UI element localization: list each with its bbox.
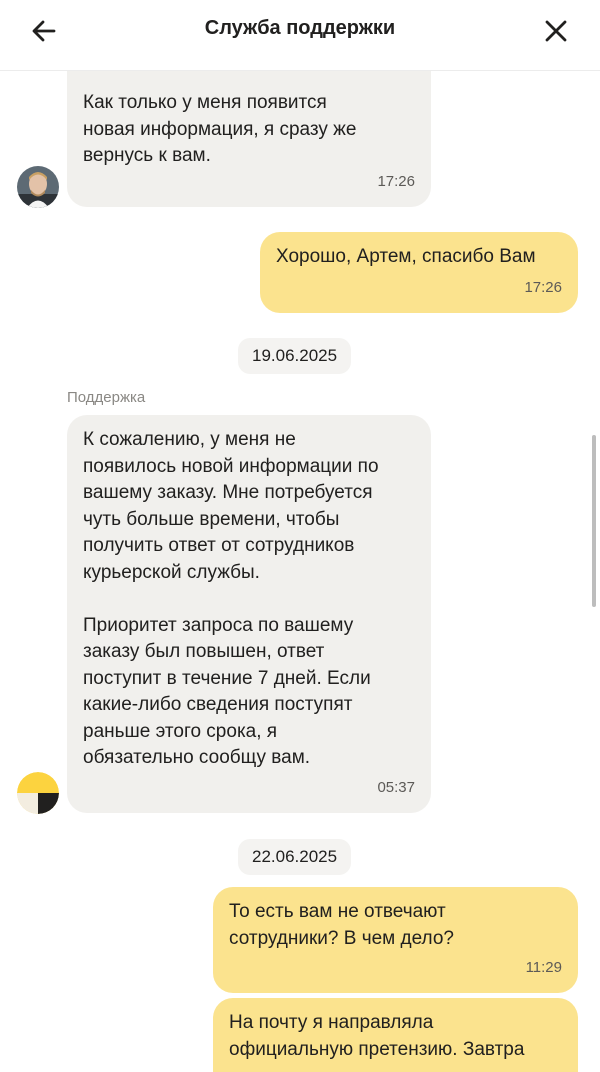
date-separator: 22.06.2025 bbox=[238, 839, 352, 875]
message-text: Хорошо, Артем, спасибо Вам bbox=[276, 246, 536, 267]
message-time: 05:37 bbox=[377, 778, 415, 796]
agent-avatar[interactable] bbox=[17, 166, 59, 208]
scrollbar[interactable] bbox=[592, 435, 596, 607]
message-text: Как только у меня появится новая информа… bbox=[83, 92, 357, 166]
message-time: 17:26 bbox=[377, 172, 415, 190]
close-button[interactable] bbox=[540, 15, 572, 47]
chat-area: Как только у меня появится новая информа… bbox=[0, 0, 600, 1072]
outgoing-message[interactable]: То есть вам не отвечают сотрудники? В че… bbox=[213, 887, 578, 993]
support-avatar[interactable] bbox=[17, 772, 59, 814]
outgoing-message[interactable]: На почту я направляла официальную претен… bbox=[213, 998, 578, 1072]
outgoing-message[interactable]: Хорошо, Артем, спасибо Вам 17:26 bbox=[260, 232, 578, 313]
incoming-message[interactable]: К сожалению, у меня не появилось новой и… bbox=[67, 415, 431, 813]
sender-label: Поддержка bbox=[67, 389, 146, 406]
header: Служба поддержки bbox=[0, 0, 600, 71]
message-text: На почту я направляла официальную претен… bbox=[229, 1012, 525, 1060]
message-time: 17:26 bbox=[524, 278, 562, 296]
date-separator: 19.06.2025 bbox=[238, 338, 352, 374]
close-icon bbox=[545, 20, 567, 42]
message-text: То есть вам не отвечают сотрудники? В че… bbox=[229, 901, 454, 949]
message-text: К сожалению, у меня не появилось новой и… bbox=[83, 429, 379, 768]
page-title: Служба поддержки bbox=[204, 17, 396, 39]
message-time: 11:29 bbox=[525, 958, 562, 976]
